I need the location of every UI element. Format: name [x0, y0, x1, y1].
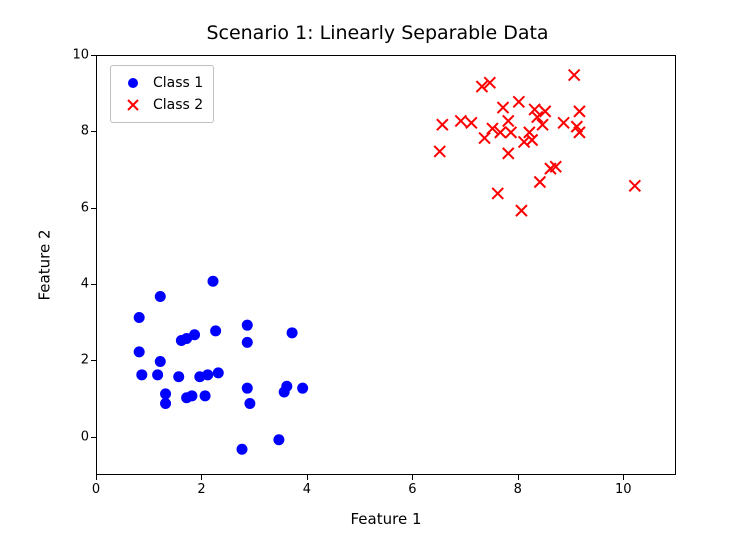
data-point-class1: [281, 381, 292, 392]
y-tick-mark: [91, 437, 96, 438]
x-tick-label: 8: [514, 482, 522, 497]
chart-title: Scenario 1: Linearly Separable Data: [0, 22, 755, 44]
data-point-class1: [186, 390, 197, 401]
data-point-class1: [160, 398, 171, 409]
data-point-class2: [503, 148, 514, 159]
y-tick-mark: [91, 284, 96, 285]
data-point-class1: [242, 320, 253, 331]
data-point-class1: [134, 312, 145, 323]
data-point-class1: [287, 327, 298, 338]
x-tick-label: 10: [615, 482, 632, 497]
data-point-class1: [136, 369, 147, 380]
data-point-class2: [498, 102, 509, 113]
data-point-class2: [534, 177, 545, 188]
x-tick-mark: [307, 475, 308, 480]
y-axis-label-text: Feature 2: [35, 230, 53, 301]
data-point-class1: [202, 369, 213, 380]
data-point-class1: [237, 444, 248, 455]
data-point-class1: [297, 383, 308, 394]
data-point-class1: [210, 325, 221, 336]
data-point-class1: [155, 356, 166, 367]
data-point-class2: [505, 127, 516, 138]
data-point-class2: [466, 117, 477, 128]
x-tick-mark: [623, 475, 624, 480]
x-tick-label: 6: [408, 482, 416, 497]
y-tick-mark: [91, 360, 96, 361]
x-tick-mark: [201, 475, 202, 480]
figure: Scenario 1: Linearly Separable Data 0 2 4 6…: [0, 0, 755, 550]
data-point-class1: [208, 276, 219, 287]
data-point-class1: [200, 390, 211, 401]
circle-marker-icon: [119, 77, 147, 89]
y-axis-label: Feature 2: [34, 55, 54, 475]
data-point-class2: [516, 205, 527, 216]
x-tick-mark: [96, 475, 97, 480]
data-point-class1: [189, 329, 200, 340]
data-point-class2: [558, 117, 569, 128]
data-point-class1: [244, 398, 255, 409]
legend-entry-class2: Class 2: [119, 94, 203, 116]
data-point-class1: [155, 291, 166, 302]
data-point-class1: [134, 346, 145, 357]
data-point-class1: [152, 369, 163, 380]
x-tick-label: 2: [197, 482, 205, 497]
data-point-class2: [437, 119, 448, 130]
x-tick-label: 4: [303, 482, 311, 497]
data-point-class2: [492, 188, 503, 199]
data-point-class1: [273, 434, 284, 445]
y-tick-mark: [91, 208, 96, 209]
data-point-class2: [434, 146, 445, 157]
data-point-class2: [479, 133, 490, 144]
data-point-class2: [629, 180, 640, 191]
legend-label-class2: Class 2: [153, 97, 203, 113]
x-axis-label: Feature 1: [96, 510, 676, 528]
x-marker-icon: [119, 99, 147, 111]
x-tick-mark: [412, 475, 413, 480]
data-point-class1: [242, 337, 253, 348]
legend: Class 1 Class 2: [110, 65, 214, 123]
data-point-class2: [503, 115, 514, 126]
data-point-class1: [173, 371, 184, 382]
data-point-class2: [569, 70, 580, 81]
data-point-class2: [574, 106, 585, 117]
x-tick-mark: [518, 475, 519, 480]
data-point-class1: [242, 383, 253, 394]
data-point-class1: [160, 388, 171, 399]
data-point-class2: [455, 115, 466, 126]
data-point-class2: [537, 119, 548, 130]
y-tick-mark: [91, 55, 96, 56]
y-tick-mark: [91, 131, 96, 132]
x-tick-label: 0: [92, 482, 100, 497]
legend-label-class1: Class 1: [153, 75, 203, 91]
legend-entry-class1: Class 1: [119, 72, 203, 94]
data-point-class2: [513, 96, 524, 107]
data-point-class1: [213, 367, 224, 378]
data-point-class2: [540, 106, 551, 117]
